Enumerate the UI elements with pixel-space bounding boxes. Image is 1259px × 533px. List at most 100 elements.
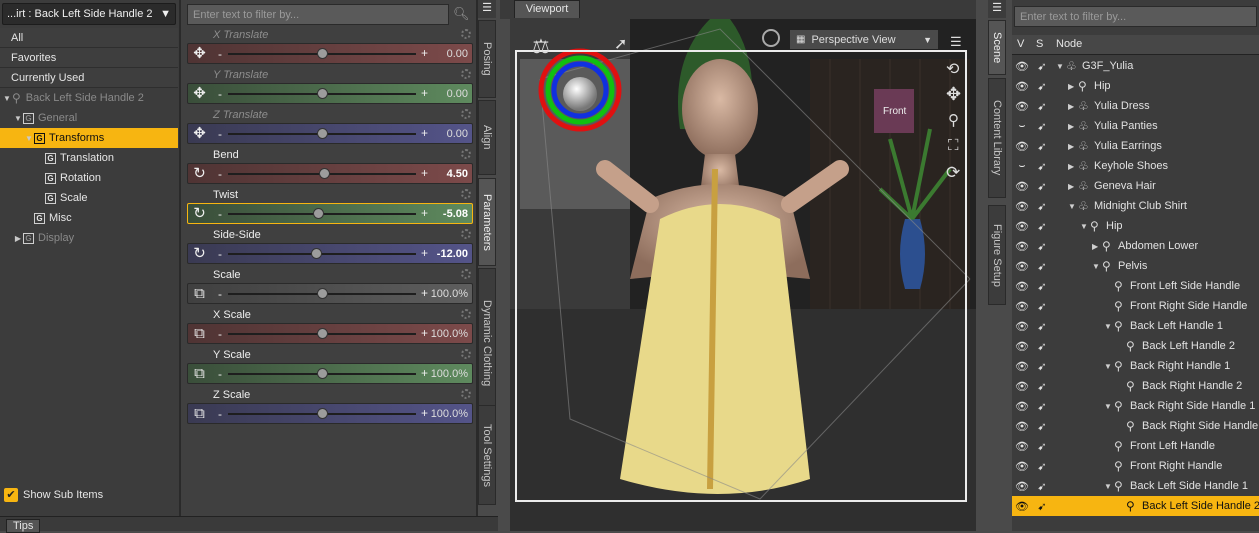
scene-node-row[interactable]: 👁 ➹ ▶ ⚲ Abdomen Lower [1012,236,1259,256]
scene-node-row[interactable]: 👁 ➹ ▶ ⚲ Hip [1012,76,1259,96]
gear-icon[interactable] [461,29,471,39]
scene-node-row[interactable]: 👁 ➹ ▶ ♧ Yulia Dress [1012,96,1259,116]
eye-icon[interactable]: 👁 [1013,200,1031,213]
decrement-button[interactable]: - [218,327,222,341]
select-arrow-icon[interactable]: ➹ [1034,300,1050,313]
eye-icon[interactable]: 👁 [1013,500,1031,513]
slider-knob[interactable] [317,128,328,139]
increment-button[interactable]: + [421,46,428,60]
decrement-button[interactable]: - [218,47,222,61]
slider-knob[interactable] [311,248,323,259]
decrement-button[interactable]: - [218,87,222,101]
eye-icon[interactable]: 👁 [1013,440,1031,453]
scene-node-row[interactable]: 👁 ➹ ⚲ Back Right Side Handle 2 [1012,416,1259,436]
tree-item[interactable]: ▼ G General [0,108,178,128]
tree-item[interactable]: G Rotation [0,168,178,188]
scene-filter-input[interactable]: Enter text to filter by... [1014,6,1257,27]
eye-icon[interactable]: 👁 [1013,300,1031,313]
increment-button[interactable]: + [421,286,428,300]
decrement-button[interactable]: - [218,167,222,181]
eye-icon[interactable]: 👁 [1013,180,1031,193]
tab-align[interactable]: Align [478,100,496,175]
slider-bar[interactable]: ⧉ - +100.0% [187,323,473,344]
eye-icon[interactable]: 👁 [1013,400,1031,413]
tree-item[interactable]: G Translation [0,148,178,168]
increment-button[interactable]: + [421,126,428,140]
gear-icon[interactable] [461,309,471,319]
tab-scene[interactable]: Scene [988,20,1006,75]
select-arrow-icon[interactable]: ➹ [1034,100,1050,113]
select-arrow-icon[interactable]: ➹ [1034,120,1050,133]
eye-icon[interactable]: 👁 [1013,220,1031,233]
scene-node-row[interactable]: 👁 ➹ ▼ ⚲ Back Left Handle 1 [1012,316,1259,336]
eye-icon[interactable]: 👁 [1013,380,1031,393]
slider-knob[interactable] [317,48,328,59]
slider-bar[interactable]: ⧉ - +100.0% [187,363,473,384]
scene-node-row[interactable]: 👁 ➹ ▼ ⚲ Back Right Handle 1 [1012,356,1259,376]
gear-icon[interactable] [461,229,471,239]
scale-icon[interactable]: ⧉ [191,366,208,381]
viewport-menu-icon[interactable]: ☰ [950,34,962,50]
expander-icon[interactable]: ▶ [13,234,23,243]
scene-node-row[interactable]: 👁 ➹ ⚲ Back Left Handle 2 [1012,336,1259,356]
slider-knob[interactable] [317,408,328,419]
slider-knob[interactable] [317,368,328,379]
slider-knob[interactable] [317,88,328,99]
expander-icon[interactable]: ▼ [1056,62,1066,71]
expander-icon[interactable]: ▼ [1104,362,1114,371]
tab-dynamic-clothing[interactable]: Dynamic Clothing [478,268,496,418]
slider-knob[interactable] [313,208,325,219]
eye-icon[interactable]: 👁 [1013,360,1031,373]
select-arrow-icon[interactable]: ➹ [1034,220,1050,233]
eye-closed-icon[interactable]: ⌣ [1013,160,1031,173]
search-icon[interactable]: 🔍︎ [453,6,470,22]
slider-bar[interactable]: ↻ - + -5.08 [187,203,473,224]
scene-node-row[interactable]: 👁 ➹ ▼ ⚲ Back Left Side Handle 1 [1012,476,1259,496]
slider-bar[interactable]: ↻ - +4.50 [187,163,473,184]
category-favorites[interactable]: Favorites [0,48,178,68]
select-arrow-icon[interactable]: ➹ [1034,460,1050,473]
rotate-icon[interactable]: ↻ [191,206,208,221]
reset-view-icon[interactable]: ⟳ [946,163,960,183]
zoom-icon[interactable]: ⚲ [948,111,959,129]
scale-icon[interactable]: ⧉ [191,406,208,421]
tab-tool-settings[interactable]: Tool Settings [478,405,496,505]
move-icon[interactable]: ✥ [191,126,208,141]
expander-icon[interactable]: ▼ [1104,322,1114,331]
select-arrow-icon[interactable]: ➹ [1034,200,1050,213]
draw-style-icon[interactable] [762,29,780,47]
select-arrow-icon[interactable]: ➹ [1034,480,1050,493]
visibility-column-header[interactable]: V [1017,38,1024,50]
expander-icon[interactable]: ▶ [1068,102,1078,111]
expander-icon[interactable]: ▼ [2,94,12,103]
select-arrow-icon[interactable]: ➹ [1034,240,1050,253]
decrement-button[interactable]: - [218,207,222,221]
tree-item[interactable]: ▶ G Display [0,228,178,248]
param-value[interactable]: -5.08 [443,208,468,220]
slider-bar[interactable]: ✥ - +0.00 [187,83,473,104]
tree-item[interactable]: ▼ ⚲ Back Left Side Handle 2 [0,88,178,108]
expander-icon[interactable]: ▼ [1068,202,1078,211]
eye-icon[interactable]: 👁 [1013,100,1031,113]
expander-icon[interactable]: ▼ [24,134,34,143]
select-arrow-icon[interactable]: ➹ [1034,440,1050,453]
eye-icon[interactable]: 👁 [1013,460,1031,473]
eye-icon[interactable]: 👁 [1013,80,1031,93]
scene-node-row[interactable]: 👁 ➹ ▼ ⚲ Pelvis [1012,256,1259,276]
expander-icon[interactable]: ▼ [1104,402,1114,411]
select-arrow-icon[interactable]: ➹ [1034,320,1050,333]
decrement-button[interactable]: - [218,407,222,421]
category-currently-used[interactable]: Currently Used [0,68,178,88]
select-arrow-icon[interactable]: ➹ [1034,500,1050,513]
rotate-icon[interactable]: ↻ [191,166,208,181]
scene-node-row[interactable]: 👁 ➹ ▼ ⚲ Back Right Side Handle 1 [1012,396,1259,416]
tab-content-library[interactable]: Content Library [988,78,1006,198]
expander-icon[interactable]: ▶ [1068,162,1078,171]
scene-node-row[interactable]: 👁 ➹ ▼ ⚲ Hip [1012,216,1259,236]
camera-select[interactable]: ▦ Perspective View ▼ [789,29,939,50]
pan-icon[interactable]: ✥ [946,84,961,105]
scene-node-row[interactable]: ⌣ ➹ ▶ ♧ Keyhole Shoes [1012,156,1259,176]
expander-icon[interactable]: ▼ [13,114,23,123]
param-value[interactable]: 0.00 [447,48,468,60]
rotate-icon[interactable]: ↻ [191,246,208,261]
